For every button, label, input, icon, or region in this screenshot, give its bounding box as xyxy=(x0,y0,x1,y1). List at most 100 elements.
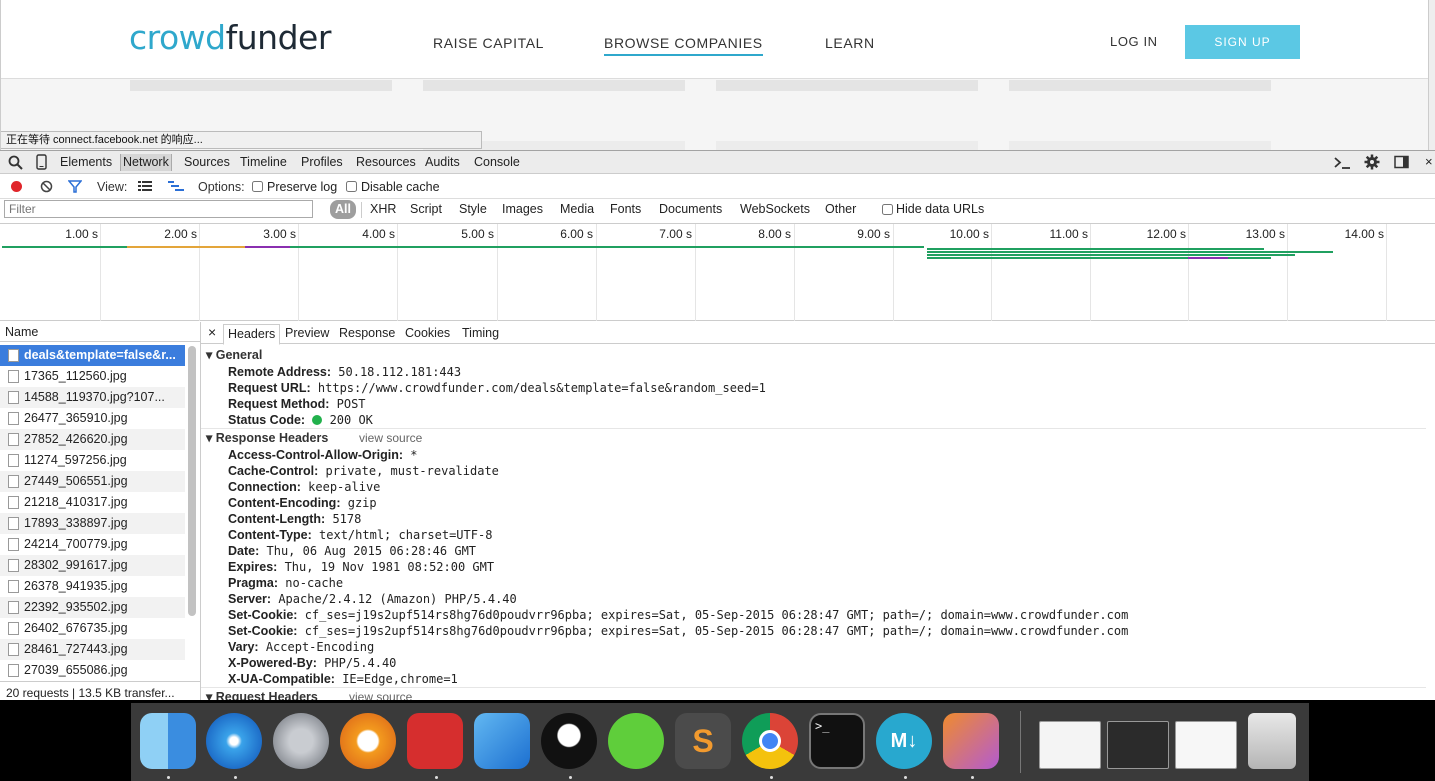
login-link[interactable]: LOG IN xyxy=(1110,34,1158,49)
tab-timeline[interactable]: Timeline xyxy=(238,154,289,171)
request-row[interactable]: 26477_365910.jpg xyxy=(0,408,185,429)
record-icon[interactable] xyxy=(10,180,23,193)
company-card[interactable] xyxy=(423,80,685,91)
tab-response[interactable]: Response xyxy=(339,326,395,340)
preserve-log-label[interactable]: Preserve log xyxy=(265,179,339,196)
request-row[interactable]: 14588_119370.jpg?107... xyxy=(0,387,185,408)
tab-sources[interactable]: Sources xyxy=(182,154,232,171)
timeline-tick-label: 7.00 s xyxy=(659,227,692,241)
window-thumbnail[interactable] xyxy=(1039,721,1101,769)
filter-style[interactable]: Style xyxy=(459,202,487,216)
request-row[interactable]: 17893_338897.jpg xyxy=(0,513,185,534)
close-devtools-icon[interactable]: × xyxy=(1423,153,1435,170)
close-details-icon[interactable]: × xyxy=(208,324,216,340)
markdown-icon[interactable]: M↓ xyxy=(876,713,932,769)
hide-data-urls-checkbox[interactable] xyxy=(882,204,893,215)
network-overview-timeline[interactable]: 1.00 s 2.00 s 3.00 s 4.00 s 5.00 s 6.00 … xyxy=(0,223,1435,321)
view-source-link[interactable]: view source xyxy=(359,431,422,445)
nav-browse-companies[interactable]: BROWSE COMPANIES xyxy=(604,35,763,56)
devtools-panel: Elements Network Sources Timeline Profil… xyxy=(0,150,1435,704)
clear-icon[interactable] xyxy=(40,180,53,193)
request-row[interactable]: 17365_112560.jpg xyxy=(0,366,185,387)
tab-console[interactable]: Console xyxy=(472,154,522,171)
filter-all[interactable]: All xyxy=(330,200,356,219)
request-row[interactable]: 26378_941935.jpg xyxy=(0,576,185,597)
signup-button[interactable]: SIGN UP xyxy=(1185,25,1300,59)
tab-resources[interactable]: Resources xyxy=(354,154,418,171)
request-row[interactable]: 22392_935502.jpg xyxy=(0,597,185,618)
filter-input[interactable] xyxy=(4,200,313,218)
tab-elements[interactable]: Elements xyxy=(58,154,114,171)
tab-cookies[interactable]: Cookies xyxy=(405,326,450,340)
disable-cache-label[interactable]: Disable cache xyxy=(359,179,442,196)
hide-data-urls-label[interactable]: Hide data URLs xyxy=(896,202,984,216)
search-icon[interactable] xyxy=(8,155,23,170)
device-mode-icon[interactable] xyxy=(36,154,47,170)
general-section-toggle[interactable]: ▾ General xyxy=(206,347,262,362)
company-card[interactable] xyxy=(130,80,392,91)
request-row[interactable]: 27039_655086.jpg xyxy=(0,660,185,681)
page-scrollbar[interactable] xyxy=(1428,0,1435,150)
company-card[interactable] xyxy=(716,141,978,150)
disable-cache-checkbox[interactable] xyxy=(346,181,357,192)
gear-icon[interactable] xyxy=(1364,154,1380,170)
name-column-header[interactable]: Name xyxy=(0,322,200,342)
request-row[interactable]: 28302_991617.jpg xyxy=(0,555,185,576)
drawer-console-icon[interactable] xyxy=(1333,155,1351,170)
trash-icon[interactable] xyxy=(1248,713,1296,769)
large-rows-icon[interactable] xyxy=(138,181,152,192)
requests-scrollbar[interactable] xyxy=(188,346,196,616)
window-thumbnail[interactable] xyxy=(1107,721,1169,769)
netease-music-icon[interactable] xyxy=(407,713,463,769)
request-row[interactable]: 27852_426620.jpg xyxy=(0,429,185,450)
divider xyxy=(361,202,362,218)
tab-audits[interactable]: Audits xyxy=(423,154,462,171)
phpstorm-icon[interactable] xyxy=(943,713,999,769)
company-card[interactable] xyxy=(1009,141,1271,150)
sublime-text-icon[interactable]: S xyxy=(675,713,731,769)
nav-raise-capital[interactable]: RAISE CAPITAL xyxy=(433,35,544,51)
tab-profiles[interactable]: Profiles xyxy=(299,154,345,171)
timeline-tick-label: 4.00 s xyxy=(362,227,395,241)
dock-side-icon[interactable] xyxy=(1394,155,1412,170)
request-row[interactable]: 26402_676735.jpg xyxy=(0,618,185,639)
preserve-log-checkbox[interactable] xyxy=(252,181,263,192)
details-scrollbar[interactable] xyxy=(1428,346,1435,696)
company-card[interactable] xyxy=(1009,80,1271,91)
xcode-icon[interactable] xyxy=(474,713,530,769)
wechat-icon[interactable] xyxy=(608,713,664,769)
crowdfunder-logo[interactable]: crowdfunder xyxy=(129,18,331,57)
tab-preview[interactable]: Preview xyxy=(285,326,329,340)
finder-icon[interactable] xyxy=(140,713,196,769)
filter-images[interactable]: Images xyxy=(502,202,543,216)
nav-learn[interactable]: LEARN xyxy=(825,35,875,51)
request-row[interactable]: 28461_727443.jpg xyxy=(0,639,185,660)
qq-icon[interactable] xyxy=(541,713,597,769)
company-card[interactable] xyxy=(716,80,978,91)
safari-icon[interactable] xyxy=(206,713,262,769)
request-row[interactable]: 11274_597256.jpg xyxy=(0,450,185,471)
filter-media[interactable]: Media xyxy=(560,202,594,216)
filter-websockets[interactable]: WebSockets xyxy=(740,202,810,216)
response-headers-section-toggle[interactable]: ▾ Response Headers xyxy=(206,430,328,445)
window-thumbnail[interactable] xyxy=(1175,721,1237,769)
request-row[interactable]: 24214_700779.jpg xyxy=(0,534,185,555)
request-row[interactable]: 27449_506551.jpg xyxy=(0,471,185,492)
filter-icon[interactable] xyxy=(68,180,82,193)
filter-script[interactable]: Script xyxy=(410,202,442,216)
request-row[interactable]: 21218_410317.jpg xyxy=(0,492,185,513)
filter-other[interactable]: Other xyxy=(825,202,856,216)
overview-icon[interactable] xyxy=(168,181,184,192)
tab-timing[interactable]: Timing xyxy=(462,326,499,340)
filter-documents[interactable]: Documents xyxy=(659,202,722,216)
timeline-gridline xyxy=(991,224,992,321)
tab-headers[interactable]: Headers xyxy=(223,324,281,345)
filter-xhr[interactable]: XHR xyxy=(370,202,396,216)
filter-fonts[interactable]: Fonts xyxy=(610,202,641,216)
chrome-icon[interactable] xyxy=(742,713,798,769)
terminal-icon[interactable]: >_ xyxy=(809,713,865,769)
launchpad-icon[interactable] xyxy=(273,713,329,769)
ibooks-icon[interactable] xyxy=(340,713,396,769)
tab-network[interactable]: Network xyxy=(120,154,172,171)
request-row[interactable]: deals&template=false&r... xyxy=(0,345,185,366)
